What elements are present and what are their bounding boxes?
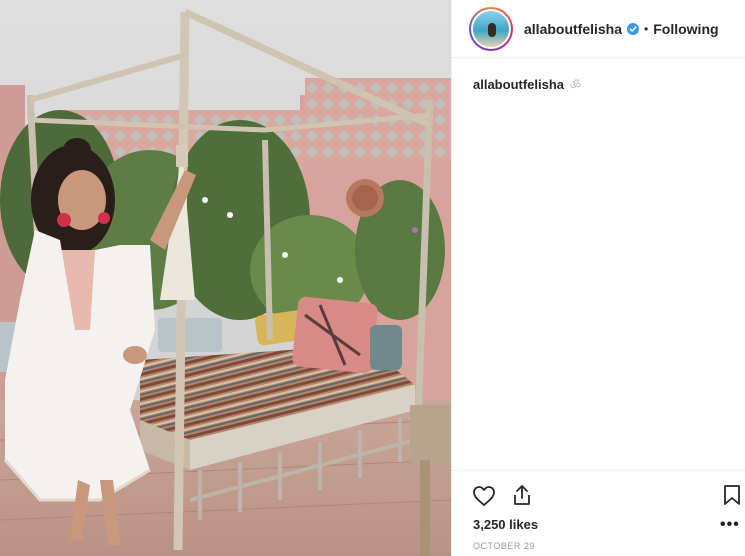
verified-badge-icon xyxy=(627,22,640,35)
avatar-image xyxy=(471,8,511,49)
post-header: allaboutfelisha • Following xyxy=(452,0,745,58)
post-photo[interactable] xyxy=(0,0,451,556)
following-button[interactable]: Following xyxy=(653,21,718,37)
post-details-panel: allaboutfelisha • Following allaboutfeli… xyxy=(451,0,745,556)
more-options-icon[interactable]: ••• xyxy=(720,516,740,534)
action-bar: 3,250 likes ••• OCTOBER 29 xyxy=(452,470,745,556)
share-icon[interactable] xyxy=(510,483,534,512)
post-date[interactable]: OCTOBER 29 xyxy=(473,541,535,551)
caption-username[interactable]: allaboutfelisha xyxy=(473,77,564,92)
caption-emoji: ॐ xyxy=(570,78,581,92)
avatar[interactable] xyxy=(469,6,513,51)
likes-count[interactable]: 3,250 likes xyxy=(473,517,538,532)
heart-icon[interactable] xyxy=(472,485,496,512)
bookmark-icon[interactable] xyxy=(723,484,741,511)
separator-dot: • xyxy=(644,21,649,36)
caption: allaboutfelisha ॐ xyxy=(473,76,581,93)
photo-illustration xyxy=(0,0,451,556)
username-link[interactable]: allaboutfelisha xyxy=(524,21,622,37)
